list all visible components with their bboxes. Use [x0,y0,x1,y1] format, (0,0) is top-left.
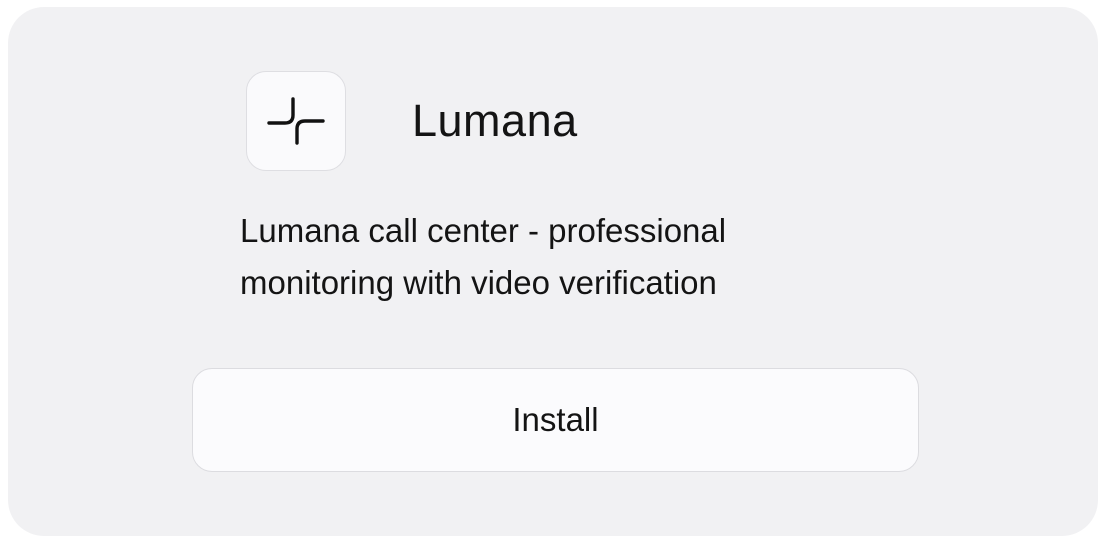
app-install-card: Lumana Lumana call center - professional… [8,7,1098,536]
app-description-line-1: Lumana call center - professional [240,212,727,249]
app-logo-tile [246,71,346,171]
app-name: Lumana [412,95,578,146]
install-button[interactable]: Install [192,368,919,472]
app-description: Lumana call center - professional monito… [240,205,880,309]
app-description-line-2: monitoring with video verification [240,264,717,301]
lumana-spark-icon [267,97,325,145]
